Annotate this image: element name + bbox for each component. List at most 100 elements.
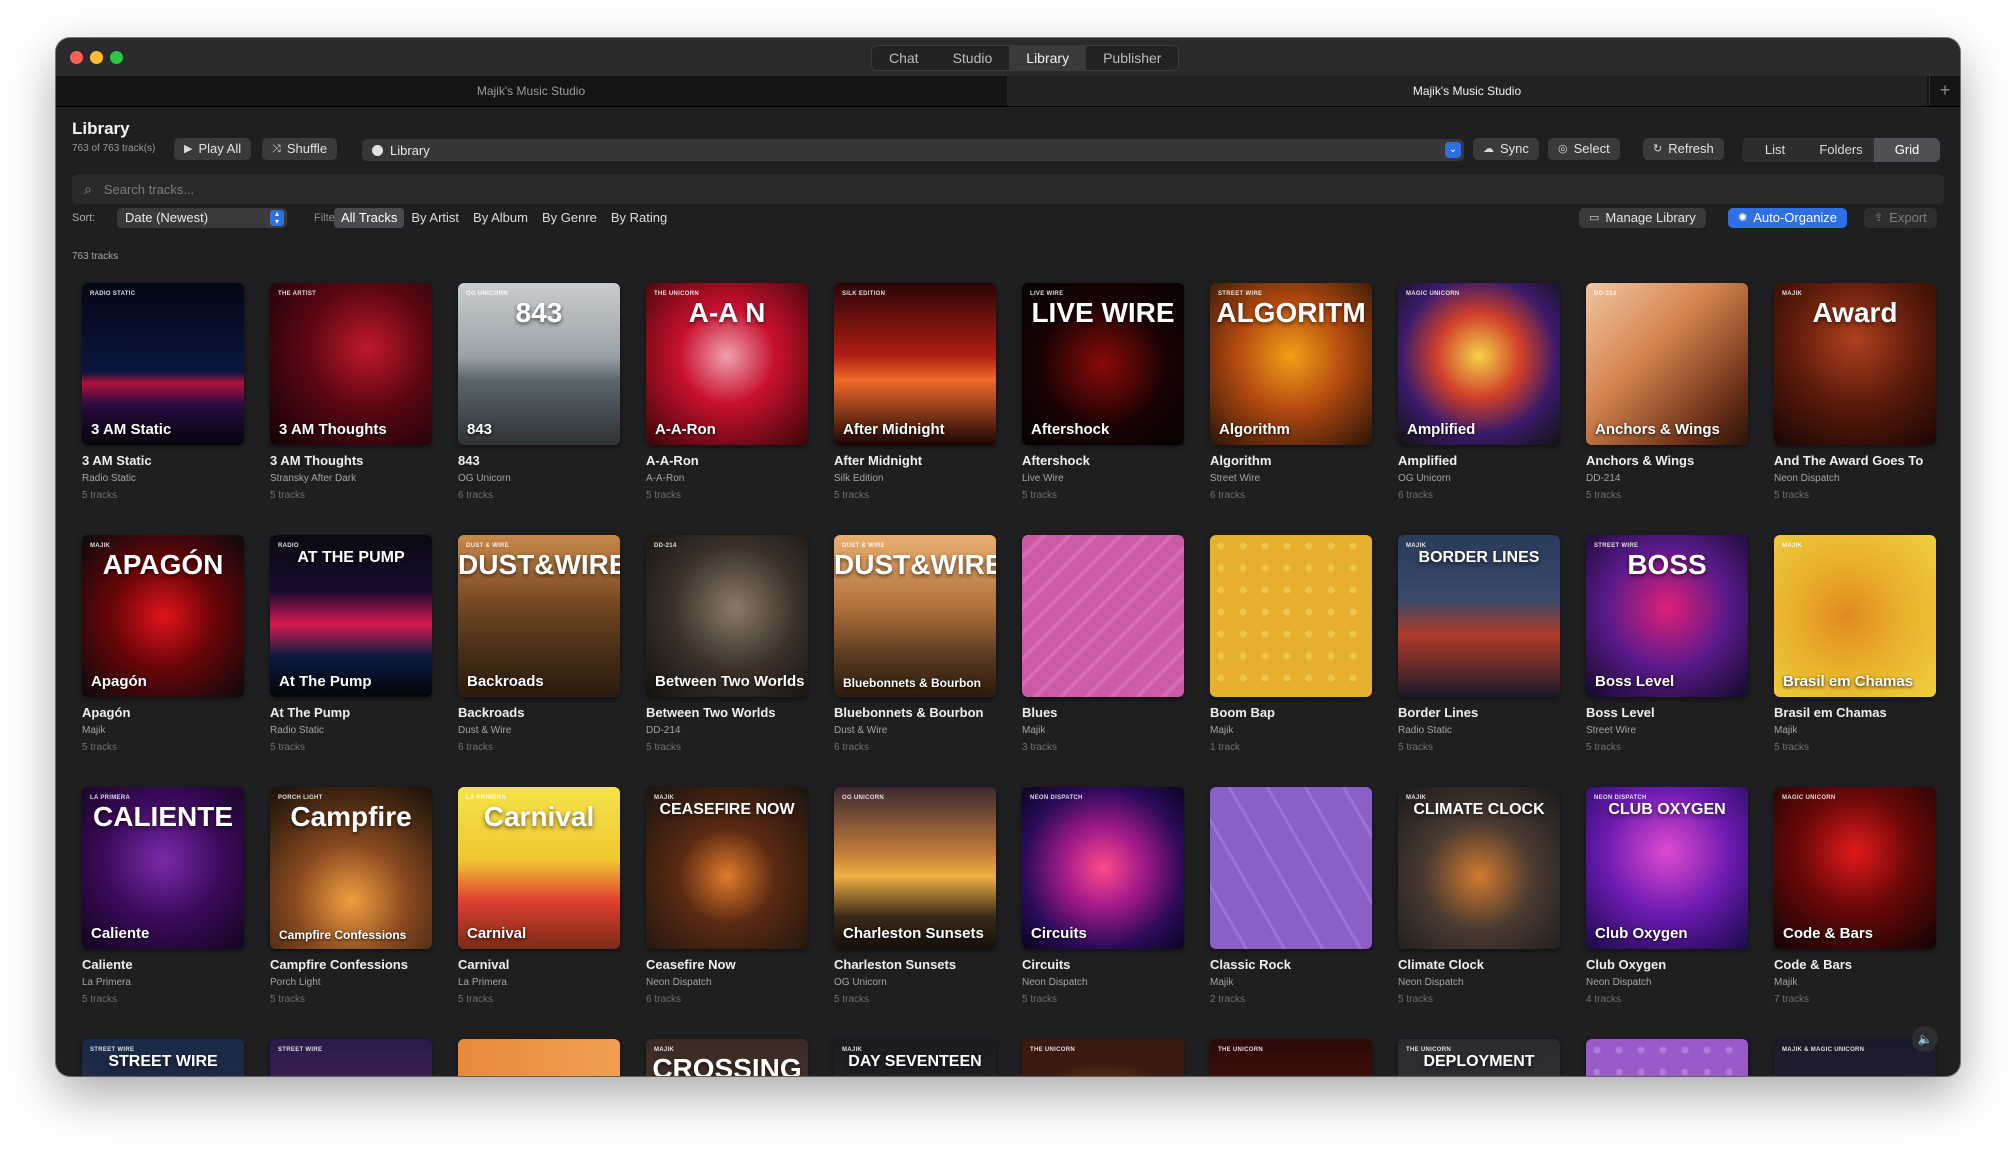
view-grid[interactable]: Grid xyxy=(1874,138,1940,162)
album-card[interactable]: MAGIC UNICORN Code & Bars Code & Bars Majik… xyxy=(1774,787,1936,1005)
album-artwork[interactable] xyxy=(1022,535,1184,697)
filter-by-album[interactable]: By Album xyxy=(466,208,535,228)
speaker-icon[interactable]: 🔈 xyxy=(1912,1026,1938,1052)
export-button[interactable]: ⇪ Export xyxy=(1864,208,1937,228)
album-artwork[interactable]: THE UNICORN A-A N A-A-Ron xyxy=(646,283,808,445)
album-artwork[interactable]: LA PRIMERA CALIENTE Caliente xyxy=(82,787,244,949)
album-artwork[interactable] xyxy=(1210,535,1372,697)
album-artwork[interactable]: MAGIC UNICORN Code & Bars xyxy=(1774,787,1936,949)
album-card[interactable]: SILK EDITION After Midnight After Midnight… xyxy=(834,283,996,501)
album-artwork[interactable]: MAGIC UNICORN Amplified xyxy=(1398,283,1560,445)
album-artwork[interactable]: MAJIK CLIMATE CLOCK xyxy=(1398,787,1560,949)
album-artwork[interactable]: OG UNICORN Charleston Sunsets xyxy=(834,787,996,949)
album-artwork[interactable]: MAJIK & MAGIC UNICORN xyxy=(1774,1039,1936,1076)
album-card[interactable]: Blues Majik 3 tracks xyxy=(1022,535,1184,753)
album-artwork[interactable]: THE UNICORN xyxy=(1022,1039,1184,1076)
album-card[interactable]: DD-214 Between Two Worlds Between Two Worl… xyxy=(646,535,808,753)
album-card[interactable]: DD-214 Anchors & Wings Anchors & Wings DD-2… xyxy=(1586,283,1748,501)
search-input[interactable] xyxy=(101,180,706,198)
album-card[interactable]: STREET WIRE BOSS Boss Level Boss Level Stree… xyxy=(1586,535,1748,753)
album-card[interactable]: LA PRIMERA Carnival Carnival Carnival La Pri… xyxy=(458,787,620,1005)
view-list[interactable]: List xyxy=(1742,138,1808,162)
album-card[interactable]: RADIO AT THE PUMP At The Pump At The Pump Ra… xyxy=(270,535,432,753)
album-artwork[interactable]: RADIO AT THE PUMP At The Pump xyxy=(270,535,432,697)
album-card[interactable]: Boom Bap Majik 1 track xyxy=(1210,535,1372,753)
album-artwork[interactable]: LA PRIMERA Carnival Carnival xyxy=(458,787,620,949)
album-card[interactable]: MAJIK & MAGIC UNICORN xyxy=(1774,1039,1936,1076)
album-artwork[interactable] xyxy=(1586,1039,1748,1076)
album-card[interactable]: MAJIK APAGÓN Apagón Apagón Majik 5 tracks xyxy=(82,535,244,753)
album-card[interactable] xyxy=(1586,1039,1748,1076)
album-artwork[interactable]: MAJIK APAGÓN Apagón xyxy=(82,535,244,697)
album-card[interactable]: STREET WIRE STREET WIRE xyxy=(82,1039,244,1076)
album-card[interactable]: NEON DISPATCH Circuits Circuits Neon Dispat… xyxy=(1022,787,1184,1005)
album-card[interactable]: MAJIK CEASEFIRE NOW Ceasefire Now Neon Disp… xyxy=(646,787,808,1005)
shuffle-button[interactable]: ⤨ Shuffle xyxy=(262,138,338,160)
mode-tab-library[interactable]: Library xyxy=(1009,46,1087,70)
album-artwork[interactable]: DUST & WIRE DUST&WIRE Bluebonnets & Bourbo… xyxy=(834,535,996,697)
album-card[interactable]: STREET WIRE xyxy=(270,1039,432,1076)
album-artwork[interactable]: THE ARTIST 3 AM Thoughts xyxy=(270,283,432,445)
refresh-button[interactable]: ↻ Refresh xyxy=(1643,138,1724,160)
album-artwork[interactable]: OG UNICORN 843 843 xyxy=(458,283,620,445)
minimize-window-button[interactable] xyxy=(90,51,103,64)
album-card[interactable]: OG UNICORN 843 843 843 OG Unicorn 6 tracks xyxy=(458,283,620,501)
album-artwork[interactable] xyxy=(458,1039,620,1076)
album-artwork[interactable]: STREET WIRE xyxy=(270,1039,432,1076)
album-artwork[interactable]: DD-214 Between Two Worlds xyxy=(646,535,808,697)
select-button[interactable]: ◎ Select xyxy=(1548,138,1620,160)
album-artwork[interactable]: MAJIK Award xyxy=(1774,283,1936,445)
album-card[interactable]: OG UNICORN Charleston Sunsets Charleston S… xyxy=(834,787,996,1005)
album-artwork[interactable]: LIVE WIRE LIVE WIRE Aftershock xyxy=(1022,283,1184,445)
album-artwork[interactable]: MAJIK BORDER LINES xyxy=(1398,535,1560,697)
album-artwork[interactable]: PORCH LIGHT Campfire Campfire Confessions xyxy=(270,787,432,949)
album-card[interactable]: STREET WIRE ALGORITM Algorithm Algorithm Str… xyxy=(1210,283,1372,501)
filter-by-artist[interactable]: By Artist xyxy=(404,208,466,228)
close-window-button[interactable] xyxy=(70,51,83,64)
album-artwork[interactable]: STREET WIRE ALGORITM Algorithm xyxy=(1210,283,1372,445)
mode-tab-publisher[interactable]: Publisher xyxy=(1086,46,1178,70)
album-card[interactable]: MAGIC UNICORN Amplified Amplified OG Unicor… xyxy=(1398,283,1560,501)
document-tab[interactable]: Majik's Music Studio xyxy=(56,76,1006,106)
album-artwork[interactable]: SILK EDITION After Midnight xyxy=(834,283,996,445)
album-artwork[interactable]: MAJIK Brasil em Chamas xyxy=(1774,535,1936,697)
album-artwork[interactable]: STREET WIRE BOSS Boss Level xyxy=(1586,535,1748,697)
album-artwork[interactable] xyxy=(1210,787,1372,949)
album-card[interactable]: DUST & WIRE DUST&WIRE Backroads Backroads Du… xyxy=(458,535,620,753)
play-all-button[interactable]: ▶ Play All xyxy=(174,138,252,160)
album-artwork[interactable]: NEON DISPATCH CLUB OXYGEN Club Oxygen xyxy=(1586,787,1748,949)
album-artwork[interactable]: NEON DISPATCH Circuits xyxy=(1022,787,1184,949)
album-card[interactable]: MAJIK Brasil em Chamas Brasil em Chamas Maj… xyxy=(1774,535,1936,753)
view-folders[interactable]: Folders xyxy=(1808,138,1874,162)
album-card[interactable]: MAJIK Award And The Award Goes To Neon Disp… xyxy=(1774,283,1936,501)
album-card[interactable]: MAJIK CROSSING xyxy=(646,1039,808,1076)
album-card[interactable]: MAJIK DAY SEVENTEEN xyxy=(834,1039,996,1076)
album-artwork[interactable]: MAJIK CEASEFIRE NOW xyxy=(646,787,808,949)
album-card[interactable]: THE ARTIST 3 AM Thoughts 3 AM Thoughts Stra… xyxy=(270,283,432,501)
mode-tab-studio[interactable]: Studio xyxy=(936,46,1010,70)
album-artwork[interactable]: THE UNICORN xyxy=(1210,1039,1372,1076)
zoom-window-button[interactable] xyxy=(110,51,123,64)
album-artwork[interactable]: STREET WIRE STREET WIRE xyxy=(82,1039,244,1076)
auto-organize-button[interactable]: ✺ Auto-Organize xyxy=(1728,208,1848,228)
library-select[interactable]: Library ⌄ xyxy=(362,139,1464,161)
album-artwork[interactable]: RADIO STATIC 3 AM Static xyxy=(82,283,244,445)
album-card[interactable]: Classic Rock Majik 2 tracks xyxy=(1210,787,1372,1005)
manage-library-button[interactable]: ▭ Manage Library xyxy=(1579,208,1706,228)
album-artwork[interactable]: DUST & WIRE DUST&WIRE Backroads xyxy=(458,535,620,697)
filter-by-rating[interactable]: By Rating xyxy=(604,208,674,228)
filter-all-tracks[interactable]: All Tracks xyxy=(334,208,405,228)
album-card[interactable]: THE UNICORN A-A N A-A-Ron A-A-Ron A-A-Ron 5 t… xyxy=(646,283,808,501)
album-card[interactable]: MAJIK BORDER LINES Border Lines Radio Stati… xyxy=(1398,535,1560,753)
album-artwork[interactable]: THE UNICORN DEPLOYMENT xyxy=(1398,1039,1560,1076)
album-card[interactable]: LIVE WIRE LIVE WIRE Aftershock Aftershock Li… xyxy=(1022,283,1184,501)
mode-tab-chat[interactable]: Chat xyxy=(872,46,936,70)
album-card[interactable] xyxy=(458,1039,620,1076)
filter-by-genre[interactable]: By Genre xyxy=(535,208,604,228)
album-card[interactable]: THE UNICORN xyxy=(1022,1039,1184,1076)
album-card[interactable]: MAJIK CLIMATE CLOCK Climate Clock Neon Disp… xyxy=(1398,787,1560,1005)
new-tab-button[interactable]: + xyxy=(1929,76,1960,106)
album-card[interactable]: THE UNICORN xyxy=(1210,1039,1372,1076)
album-card[interactable]: RADIO STATIC 3 AM Static 3 AM Static Radio … xyxy=(82,283,244,501)
sync-button[interactable]: ☁ Sync xyxy=(1473,138,1539,160)
